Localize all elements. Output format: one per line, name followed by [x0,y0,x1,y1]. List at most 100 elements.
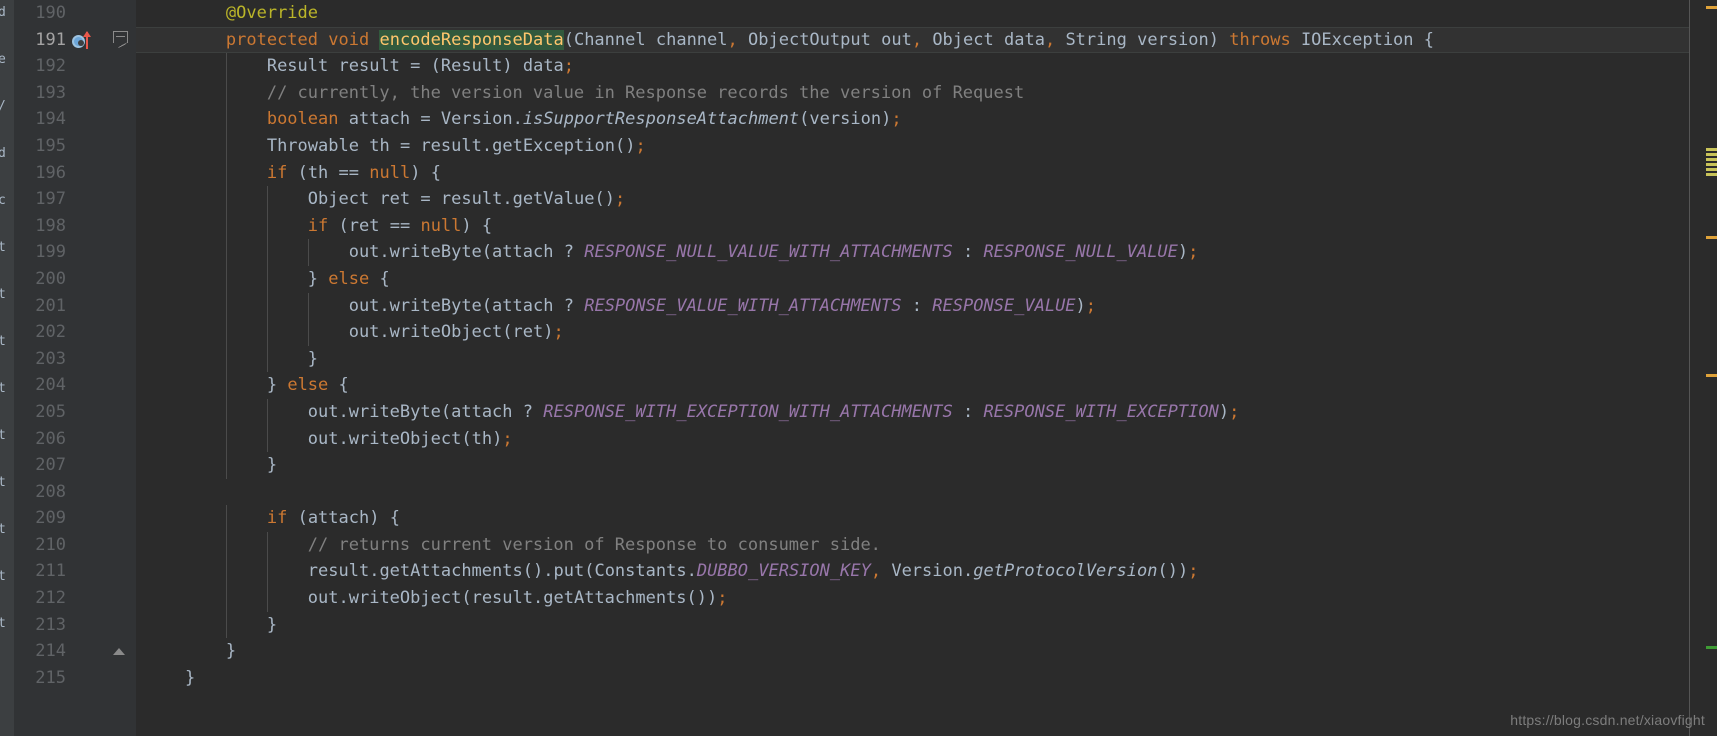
code-line-195[interactable]: Throwable th = result.getException(); [136,132,1689,160]
gutter-line-196[interactable]: 196 [14,160,136,187]
code-line-201[interactable]: out.writeByte(attach ? RESPONSE_VALUE_WI… [136,292,1689,320]
code-token: ? [563,242,574,263]
code-line-214[interactable]: } [136,638,1689,665]
code-token: ; [1188,242,1199,263]
stripe-marker[interactable] [1706,173,1717,176]
gutter-line-198[interactable]: 198 [14,213,136,240]
code-line-207[interactable]: } [136,452,1689,479]
stripe-marker[interactable] [1706,158,1717,161]
code-text-area[interactable]: @Override protected void encodeResponseD… [136,0,1689,736]
fold-collapse-icon[interactable] [113,30,128,50]
code-line-191[interactable]: protected void encodeResponseData(Channe… [136,26,1689,54]
code-line-206[interactable]: out.writeObject(th); [136,425,1689,453]
code-line-205[interactable]: out.writeByte(attach ? RESPONSE_WITH_EXC… [136,398,1689,426]
indent-guide [225,505,227,532]
stripe-marker[interactable] [1706,236,1717,239]
gutter-line-192[interactable]: 192 [14,53,136,80]
code-line-209[interactable]: if (attach) { [136,505,1689,532]
code-line-192[interactable]: Result result = (Result) data; [136,53,1689,80]
line-number: 210 [35,534,66,555]
stripe-marker[interactable] [1706,168,1717,171]
stripe-marker[interactable] [1706,153,1717,156]
code-line-204[interactable]: } else { [136,372,1689,399]
code-line-215[interactable]: } [136,665,1689,692]
gutter-line-201[interactable]: 201 [14,293,136,320]
code-line-198[interactable]: if (ret == null) { [136,212,1689,240]
gutter-line-210[interactable]: 210 [14,532,136,559]
gutter-line-204[interactable]: 204 [14,372,136,399]
left-strip-glyph: t [0,428,6,443]
code-line-196[interactable]: if (th == null) { [136,159,1689,187]
indent-guide [266,398,268,426]
line-number-column: 190 191 192 193 194 195 196 197 198 199 200 201 202 2… [14,0,136,691]
gutter-line-211[interactable]: 211 [14,558,136,585]
line-number: 206 [35,428,66,449]
code-line-194[interactable]: boolean attach = Version.isSupportRespon… [136,106,1689,133]
code-token: . [338,588,349,609]
code-line-193[interactable]: // currently, the version value in Respo… [136,79,1689,107]
gutter-line-207[interactable]: 207 [14,452,136,479]
code-token: , [1044,29,1056,50]
code-token: ) [1177,242,1189,263]
line-number: 196 [35,162,66,183]
indent-guide [225,372,227,399]
indent-guide [266,531,268,559]
indent-guide [225,319,227,346]
code-line-213[interactable]: } [136,611,1689,639]
code-line-197[interactable]: Object ret = result.getValue(); [136,186,1689,213]
code-line-210[interactable]: // returns current version of Response t… [136,531,1689,559]
override-method-icon[interactable] [72,30,91,50]
editor-gutter[interactable]: 190 191 192 193 194 195 196 197 198 199 200 201 202 2… [14,0,136,736]
gutter-line-215[interactable]: 215 [14,665,136,692]
line-number: 197 [35,189,66,210]
gutter-line-202[interactable]: 202 [14,319,136,346]
code-token: ) [543,322,554,343]
gutter-line-191[interactable]: 191 [14,27,136,54]
left-tool-strip[interactable]: d e / d c t t t t t t t t t [0,0,14,736]
stripe-marker[interactable] [1706,374,1717,377]
gutter-line-213[interactable]: 213 [14,612,136,639]
gutter-line-193[interactable]: 193 [14,80,136,107]
gutter-line-197[interactable]: 197 [14,186,136,213]
stripe-marker[interactable] [1706,148,1717,151]
gutter-line-214[interactable]: 214 [14,638,136,665]
stripe-marker[interactable] [1706,6,1717,9]
gutter-line-194[interactable]: 194 [14,106,136,133]
code-line-211[interactable]: result.getAttachments().put(Constants.DU… [136,558,1689,586]
code-token: . [369,561,380,582]
gutter-line-199[interactable]: 199 [14,239,136,266]
code-line-203[interactable]: } [136,345,1689,373]
error-stripe-scrollbar[interactable] [1705,0,1717,736]
stripe-marker[interactable] [1706,163,1717,166]
code-token: , [911,29,923,50]
gutter-line-190[interactable]: 190 [14,0,136,27]
code-line-208[interactable] [136,479,1689,506]
gutter-line-209[interactable]: 209 [14,505,136,532]
code-line-190[interactable]: @Override [136,0,1689,27]
code-token: { [389,508,400,529]
line-number: 201 [35,295,66,316]
code-token: Version [440,109,513,130]
code-line-199[interactable]: out.writeByte(attach ? RESPONSE_NULL_VAL… [136,239,1689,266]
fold-end-icon[interactable] [113,648,126,658]
code-line-212[interactable]: out.writeObject(result.getAttachments())… [136,585,1689,612]
code-line-202[interactable]: out.writeObject(ret); [136,319,1689,346]
gutter-line-200[interactable]: 200 [14,266,136,293]
gutter-line-212[interactable]: 212 [14,585,136,612]
gutter-line-208[interactable]: 208 [14,479,136,506]
stripe-marker[interactable] [1706,646,1717,649]
gutter-line-206[interactable]: 206 [14,426,136,453]
code-token: . [962,561,974,582]
gutter-line-205[interactable]: 205 [14,399,136,426]
gutter-line-203[interactable]: 203 [14,346,136,373]
code-line-200[interactable]: } else { [136,265,1689,293]
gutter-line-195[interactable]: 195 [14,133,136,160]
code-token: out [348,295,380,316]
